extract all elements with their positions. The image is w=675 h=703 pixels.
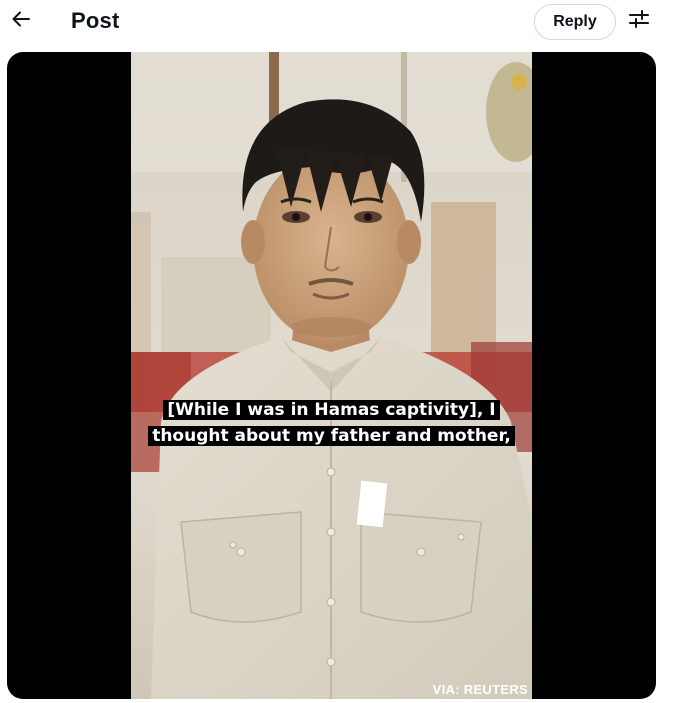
- reply-button[interactable]: Reply: [534, 4, 616, 40]
- back-button[interactable]: [4, 4, 38, 38]
- arrow-left-icon: [11, 9, 31, 34]
- top-bar: Post Reply: [0, 0, 675, 44]
- subtitle-line-2: thought about my father and mother,: [131, 423, 532, 449]
- video-player[interactable]: [While I was in Hamas captivity], I thou…: [7, 52, 656, 699]
- subtitle-line-1: [While I was in Hamas captivity], I: [131, 397, 532, 423]
- filter-settings-button[interactable]: [624, 6, 654, 36]
- source-credit: VIA: REUTERS: [432, 682, 528, 697]
- video-still-image: [131, 52, 532, 699]
- sliders-icon: [628, 8, 650, 35]
- page-title: Post: [71, 8, 120, 33]
- video-frame: [While I was in Hamas captivity], I thou…: [131, 52, 532, 699]
